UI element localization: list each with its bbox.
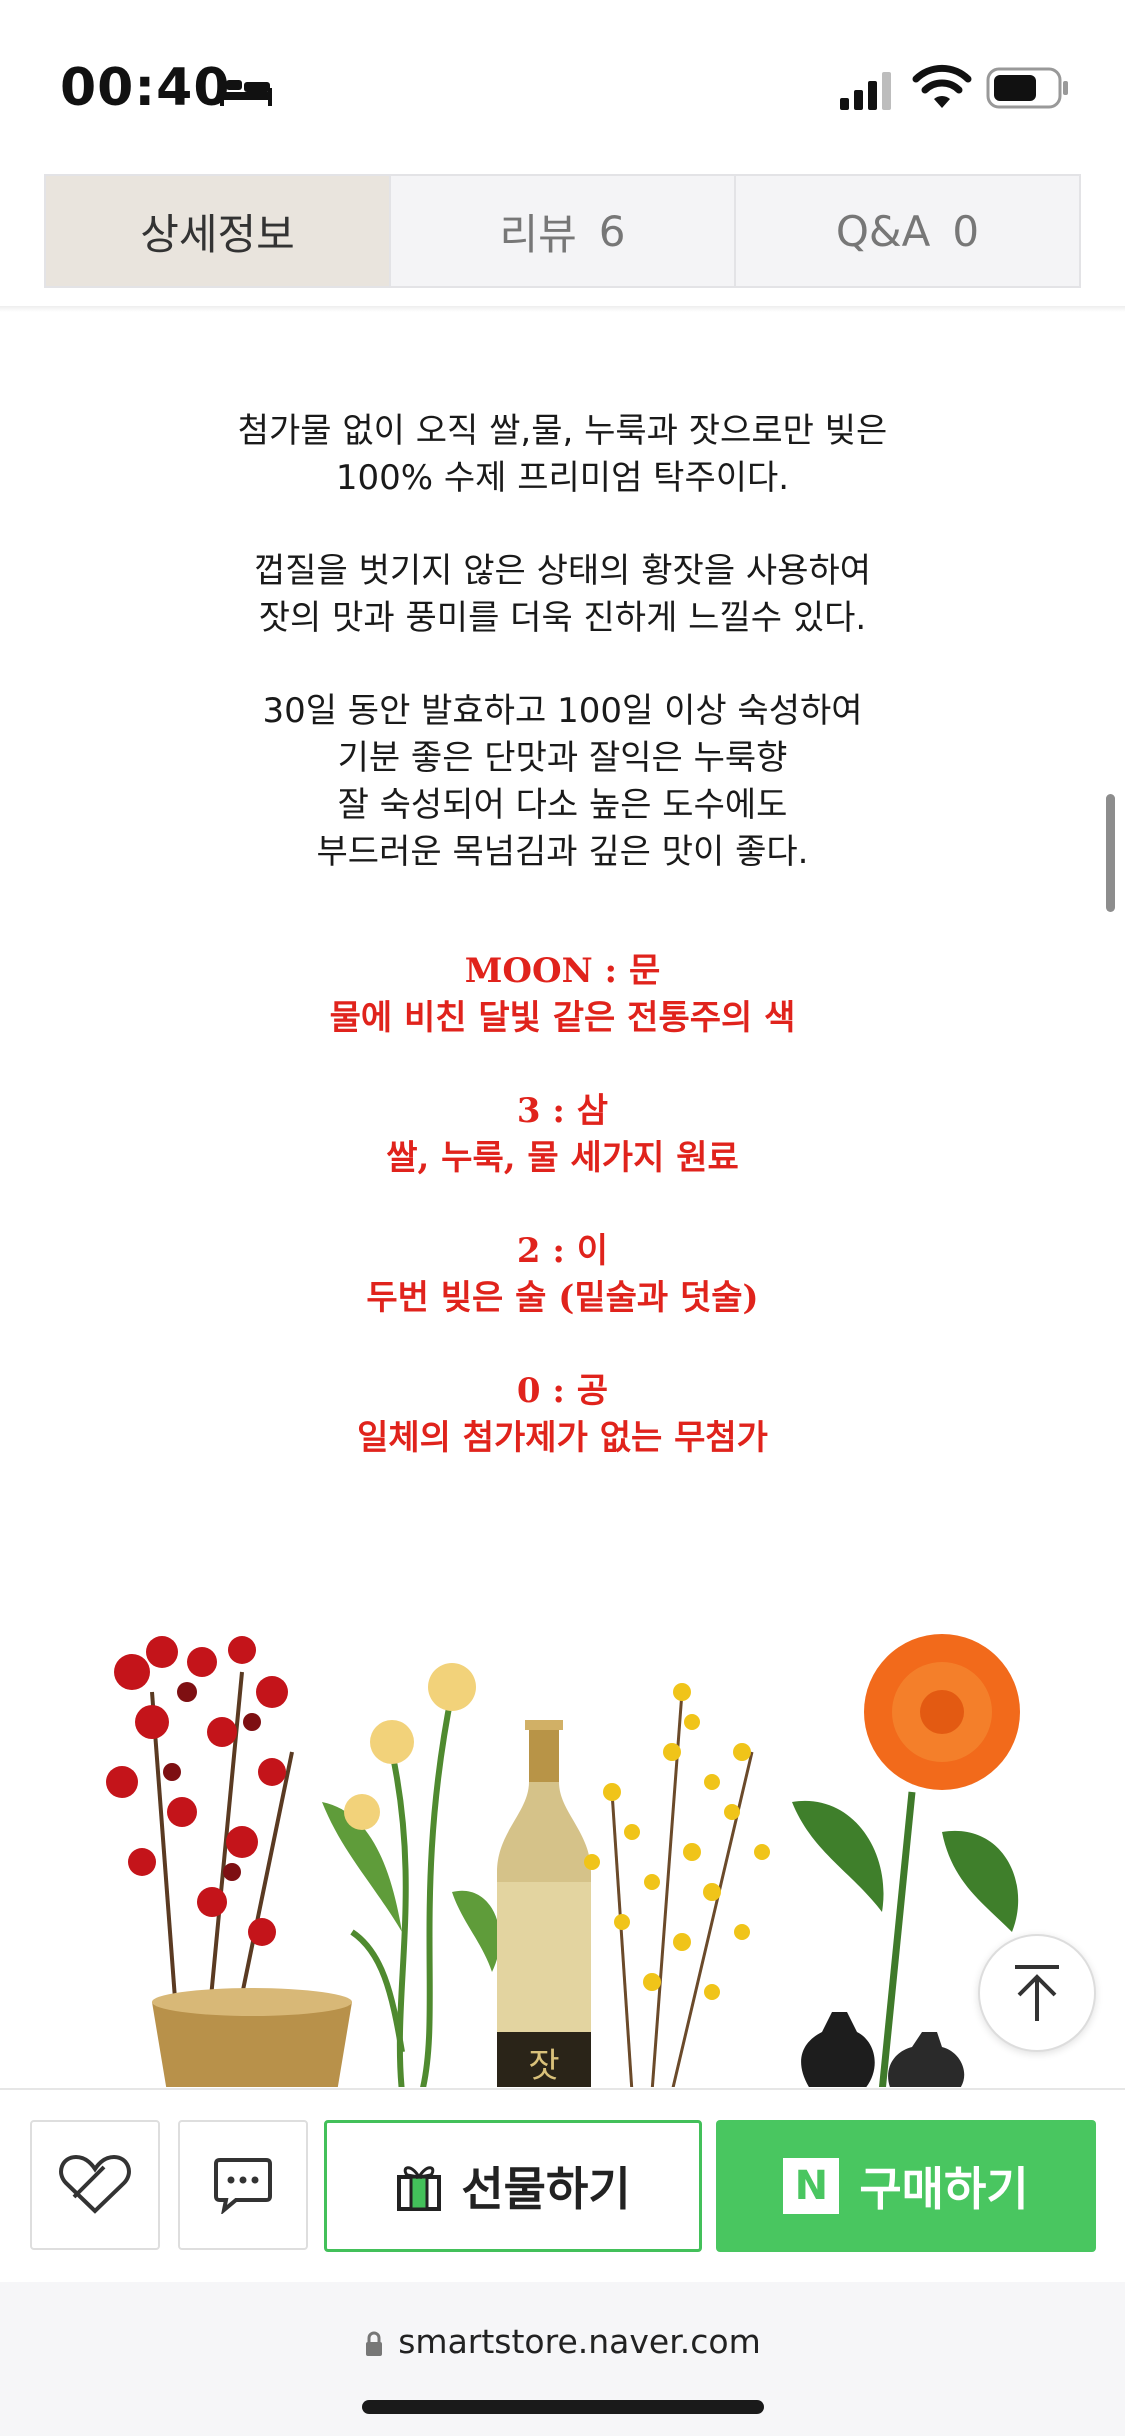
lock-icon — [366, 2331, 383, 2356]
description-line: 잣의 맛과 풍미를 더욱 진하게 느낄수 있다. — [258, 598, 867, 638]
product-photo: 잣 — [92, 1632, 1064, 2087]
buy-button[interactable]: N 구매하기 — [716, 2120, 1096, 2252]
gift-button-label: 선물하기 — [461, 2162, 631, 2216]
product-detail-content: 첨가물 없이 오직 쌀,물, 누룩과 잣으로만 빚은 100% 수제 프리미엄 … — [0, 312, 1125, 2087]
highlight-text: 쌀, 누룩, 물 세가지 원료 — [386, 1138, 739, 1178]
highlight-text: 물에 비친 달빛 같은 전통주의 색 — [329, 998, 796, 1038]
status-time: 00:40 — [60, 58, 231, 118]
highlight-text: 일체의 첨가제가 없는 무첨가 — [357, 1418, 768, 1458]
highlight-block: 2 : 이 두번 빚은 술 (밑술과 덧술) — [0, 1228, 1125, 1322]
home-indicator[interactable] — [362, 2400, 764, 2414]
browser-url-bar[interactable]: smartstore.naver.com — [0, 2282, 1125, 2436]
buy-button-label: 구매하기 — [859, 2162, 1029, 2216]
description-line: 기분 좋은 단맛과 잘익은 누룩향 — [337, 738, 788, 778]
tab-reviews-count: 6 — [598, 206, 626, 256]
highlight-heading: 2 : 이 — [516, 1231, 609, 1271]
description-line: 첨가물 없이 오직 쌀,물, 누룩과 잣으로만 빚은 — [237, 411, 888, 451]
status-bar: 00:40 — [0, 0, 1125, 170]
description-line: 30일 동안 발효하고 100일 이상 숙성하여 — [262, 691, 863, 731]
arrow-up-icon — [1015, 1965, 1059, 2021]
tab-reviews[interactable]: 리뷰 6 — [389, 176, 734, 286]
battery-icon — [986, 67, 1068, 109]
tab-details-label: 상세정보 — [140, 209, 295, 259]
tab-qna-count: 0 — [952, 206, 980, 256]
description-line: 잘 숙성되어 다소 높은 도수에도 — [337, 785, 788, 825]
highlight-block: 0 : 공 일체의 첨가제가 없는 무첨가 — [0, 1368, 1125, 1462]
tab-qna-label: Q&A — [835, 206, 931, 256]
description-line: 부드러운 목넘김과 깊은 맛이 좋다. — [316, 832, 809, 872]
bottle-label: 잣 — [528, 2046, 559, 2086]
chat-icon — [214, 2158, 272, 2214]
page-scrollbar[interactable] — [1106, 794, 1115, 912]
description-line: 껍질을 벗기지 않은 상태의 황잣을 사용하여 — [253, 551, 872, 591]
gift-button[interactable]: 선물하기 — [324, 2120, 702, 2252]
bed-icon — [220, 76, 272, 106]
wifi-icon — [912, 64, 972, 108]
product-tabs: 상세정보 리뷰 6 Q&A 0 — [44, 174, 1081, 288]
highlight-heading: 0 : 공 — [516, 1371, 609, 1411]
talk-button[interactable] — [178, 2120, 308, 2250]
tab-qna[interactable]: Q&A 0 — [734, 176, 1079, 286]
wishlist-button[interactable] — [30, 2120, 160, 2250]
url-display[interactable]: smartstore.naver.com — [0, 2322, 1125, 2361]
purchase-bar: 선물하기 N 구매하기 — [0, 2088, 1125, 2282]
naver-pay-icon: N — [783, 2158, 840, 2214]
gift-icon — [397, 2166, 442, 2211]
description-paragraph: 껍질을 벗기지 않은 상태의 황잣을 사용하여 잣의 맛과 풍미를 더욱 진하게… — [0, 548, 1125, 642]
scroll-to-top-button[interactable] — [978, 1934, 1096, 2052]
highlight-text: 두번 빚은 술 (밑술과 덧술) — [366, 1278, 759, 1318]
tab-details[interactable]: 상세정보 — [46, 176, 389, 286]
signal-icon — [840, 72, 891, 110]
highlight-block: MOON : 문 물에 비친 달빛 같은 전통주의 색 — [0, 948, 1125, 1042]
highlight-block: 3 : 삼 쌀, 누룩, 물 세가지 원료 — [0, 1088, 1125, 1182]
highlight-heading: 3 : 삼 — [516, 1091, 609, 1131]
description-paragraph: 첨가물 없이 오직 쌀,물, 누룩과 잣으로만 빚은 100% 수제 프리미엄 … — [0, 408, 1125, 502]
description-line: 100% 수제 프리미엄 탁주이다. — [335, 458, 790, 498]
tab-reviews-label: 리뷰 — [499, 209, 577, 259]
highlight-heading: MOON : 문 — [464, 951, 661, 991]
url-text: smartstore.naver.com — [398, 2322, 761, 2361]
description-paragraph: 30일 동안 발효하고 100일 이상 숙성하여 기분 좋은 단맛과 잘익은 누… — [0, 688, 1125, 876]
heart-icon — [59, 2154, 131, 2214]
